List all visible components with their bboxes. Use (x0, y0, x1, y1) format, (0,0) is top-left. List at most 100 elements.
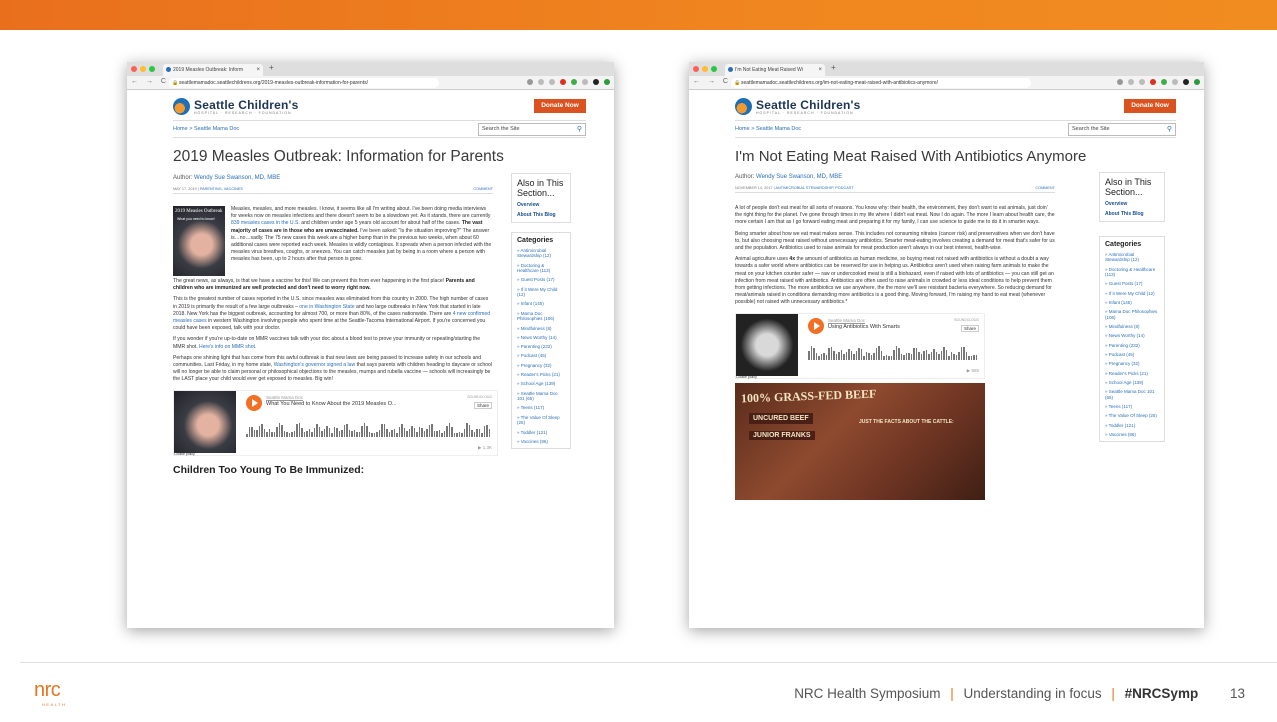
category-link[interactable]: » The Value Of Sleep (25) (517, 415, 565, 426)
star-icon[interactable] (538, 79, 544, 85)
play-icon[interactable] (808, 317, 824, 334)
author-link[interactable]: Wendy Sue Swanson, MD, MBE (194, 175, 280, 181)
breadcrumb[interactable]: Home > Seattle Mama Doc (173, 126, 239, 132)
category-link[interactable]: » Guest Posts (17) (517, 277, 565, 283)
category-link[interactable]: » Mama Doc Philosophies (106) (1105, 309, 1159, 320)
article-tags[interactable]: PARENTING, VACCINES (200, 187, 243, 191)
category-link[interactable]: » Toddler (121) (1105, 423, 1159, 429)
site-search-input[interactable]: Search the Site ⚲ (478, 123, 586, 136)
search-icon[interactable]: ⚲ (1167, 124, 1172, 135)
soundcloud-user[interactable]: Seattle Mama Doc (266, 395, 303, 400)
category-link[interactable]: » The Value Of Sleep (25) (1105, 413, 1159, 419)
address-bar[interactable]: 🔒 seattlemamadoc.seattlechildrens.org/im… (731, 78, 1031, 88)
browser-tab[interactable]: I'm Not Eating Meat Raised Wi × (725, 64, 825, 76)
extension-gray-icon[interactable] (1172, 79, 1178, 85)
close-window-icon[interactable] (131, 66, 137, 72)
play-icon[interactable] (246, 394, 262, 411)
comment-link[interactable]: COMMENT (473, 187, 493, 191)
category-link[interactable]: » Mama Doc Philosophies (106) (517, 311, 565, 322)
share-icon[interactable] (1139, 79, 1145, 85)
waveform[interactable] (808, 344, 980, 360)
close-tab-icon[interactable]: × (256, 64, 260, 76)
author-link[interactable]: Wendy Sue Swanson, MD, MBE (756, 174, 842, 180)
category-link[interactable]: » Reader's Picks (21) (1105, 371, 1159, 377)
category-link[interactable]: » If it Were My Child (12) (517, 287, 565, 298)
profile-icon[interactable] (593, 79, 599, 85)
category-link[interactable]: » Infant (145) (1105, 300, 1159, 306)
cookie-policy-link[interactable]: Cookie policy (174, 452, 195, 456)
category-link[interactable]: » Seattle Mama Doc 101 (65) (1105, 389, 1159, 400)
nav-buttons[interactable]: ← → C (131, 78, 169, 85)
sidebar-link-overview[interactable]: Overview (1105, 201, 1159, 207)
share-icon[interactable] (549, 79, 555, 85)
site-search-input[interactable]: Search the Site ⚲ (1068, 123, 1176, 136)
sidebar-link-about[interactable]: About This Blog (1105, 211, 1159, 217)
nav-buttons[interactable]: ← → C (693, 78, 731, 85)
category-link[interactable]: » Seattle Mama Doc 101 (65) (517, 391, 565, 402)
category-link[interactable]: » If it Were My Child (12) (1105, 291, 1159, 297)
cookie-policy-link[interactable]: Cookie policy (736, 375, 757, 379)
soundcloud-track-title[interactable]: Using Antibiotics With Smarts (828, 324, 900, 330)
window-controls[interactable] (693, 66, 717, 72)
category-link[interactable]: » Antimicrobial Stewardship (12) (1105, 252, 1159, 263)
category-link[interactable]: » Mindfulness (8) (1105, 324, 1159, 330)
close-tab-icon[interactable]: × (818, 64, 822, 76)
category-link[interactable]: » News Worthy (14) (1105, 333, 1159, 339)
donate-button[interactable]: Donate Now (1124, 99, 1176, 113)
category-link[interactable]: » Doctoring & Healthcare (113) (1105, 267, 1159, 278)
extension-gray-icon[interactable] (582, 79, 588, 85)
category-link[interactable]: » Toddler (121) (517, 430, 565, 436)
minimize-window-icon[interactable] (140, 66, 146, 72)
category-link[interactable]: » Parenting (232) (1105, 343, 1159, 349)
extension-badge-icon[interactable] (604, 79, 610, 85)
new-tab-icon[interactable]: + (269, 63, 274, 72)
category-link[interactable]: » Parenting (232) (517, 344, 565, 350)
category-link[interactable]: » Podcast (45) (1105, 352, 1159, 358)
category-link[interactable]: » School Age (139) (517, 381, 565, 387)
category-link[interactable]: » Vaccines (86) (1105, 432, 1159, 438)
category-link[interactable]: » Podcast (45) (517, 353, 565, 359)
mmr-info-link[interactable]: Here's info on MMR shot. (199, 344, 256, 350)
soundcloud-logo[interactable]: SOUNDCLOUD (954, 318, 979, 322)
category-link[interactable]: » Guest Posts (17) (1105, 281, 1159, 287)
minimize-window-icon[interactable] (702, 66, 708, 72)
address-bar[interactable]: 🔒 seattlemamadoc.seattlechildrens.org/20… (169, 78, 439, 88)
category-link[interactable]: » Antimicrobial Stewardship (12) (517, 248, 565, 259)
zoom-icon[interactable] (1117, 79, 1123, 85)
sidebar-link-about[interactable]: About This Blog (517, 212, 565, 218)
window-controls[interactable] (131, 66, 155, 72)
site-logo-text[interactable]: Seattle Children's (756, 98, 860, 112)
measles-cases-link[interactable]: 839 measles cases in the U.S. (231, 220, 300, 226)
breadcrumb[interactable]: Home > Seattle Mama Doc (735, 126, 801, 132)
soundcloud-player[interactable]: Seattle Mama Doc Using Antibiotics With … (735, 312, 985, 379)
category-link[interactable]: » Reader's Picks (21) (517, 372, 565, 378)
category-link[interactable]: » Vaccines (86) (517, 439, 565, 445)
category-link[interactable]: » Infant (145) (517, 301, 565, 307)
seattle-childrens-logo-icon[interactable] (173, 98, 190, 115)
article-tags[interactable]: ANTIMICROBIAL STEWARDSHIP, PODCAST (775, 186, 853, 190)
share-button[interactable]: Share (473, 401, 492, 409)
category-link[interactable]: » Teens (117) (1105, 404, 1159, 410)
washington-outbreak-link[interactable]: one in Washington State (299, 304, 354, 310)
category-link[interactable]: » School Age (139) (1105, 380, 1159, 386)
soundcloud-track-title[interactable]: What You Need to Know About the 2019 Mea… (266, 401, 397, 407)
extension-green-icon[interactable] (571, 79, 577, 85)
soundcloud-user[interactable]: Seattle Mama Doc (828, 318, 865, 323)
governor-law-link[interactable]: Washington's governor signed a law (274, 362, 355, 368)
category-link[interactable]: » Pregnancy (32) (1105, 361, 1159, 367)
extension-green-icon[interactable] (1161, 79, 1167, 85)
category-link[interactable]: » News Worthy (14) (517, 335, 565, 341)
extension-red-icon[interactable] (560, 79, 566, 85)
new-tab-icon[interactable]: + (831, 63, 836, 72)
maximize-window-icon[interactable] (149, 66, 155, 72)
seattle-childrens-logo-icon[interactable] (735, 98, 752, 115)
comment-link[interactable]: COMMENT (1035, 186, 1055, 190)
share-button[interactable]: Share (960, 324, 979, 332)
maximize-window-icon[interactable] (711, 66, 717, 72)
profile-icon[interactable] (1183, 79, 1189, 85)
extension-red-icon[interactable] (1150, 79, 1156, 85)
waveform[interactable] (246, 421, 492, 437)
category-link[interactable]: » Doctoring & Healthcare (113) (517, 263, 565, 274)
category-link[interactable]: » Mindfulness (8) (517, 326, 565, 332)
soundcloud-player[interactable]: Seattle Mama Doc What You Need to Know A… (173, 389, 498, 456)
